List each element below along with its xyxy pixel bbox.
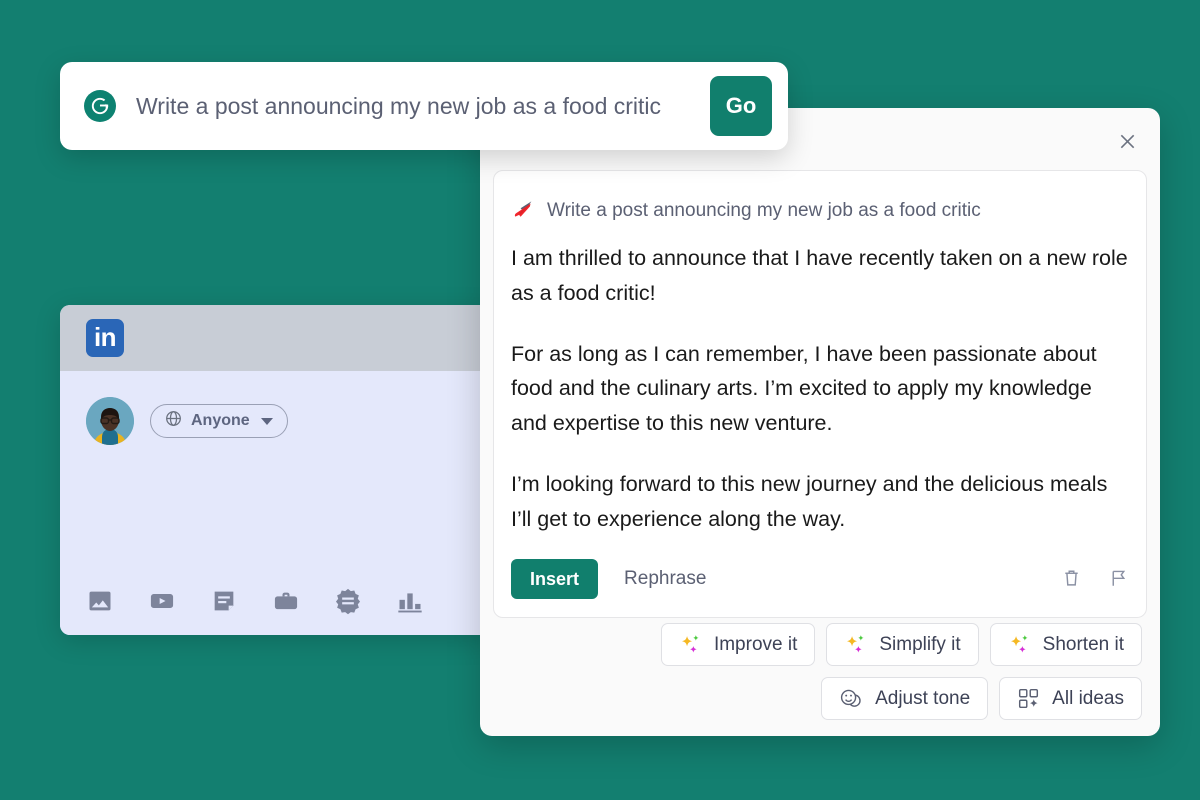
insert-button[interactable]: Insert bbox=[511, 558, 599, 599]
prompt-input[interactable] bbox=[136, 92, 710, 120]
linkedin-identity-row: Anyone bbox=[86, 397, 466, 445]
video-icon[interactable] bbox=[148, 587, 176, 615]
suggestion-chip-group: Improve it Simplify it Shorten it Adjust… bbox=[622, 623, 1142, 720]
chip-label: Shorten it bbox=[1042, 633, 1124, 655]
output-paragraph: For as long as I can remember, I have be… bbox=[511, 341, 1097, 436]
sparkle-icon bbox=[1008, 633, 1031, 656]
linkedin-composer-toolbar bbox=[86, 587, 424, 615]
close-icon[interactable] bbox=[1112, 126, 1142, 156]
flag-icon[interactable] bbox=[1108, 568, 1129, 589]
go-button[interactable]: Go bbox=[710, 76, 772, 136]
output-paragraph: I’m looking forward to this new journey … bbox=[511, 472, 1108, 531]
rephrase-button[interactable]: Rephrase bbox=[620, 562, 710, 596]
linkedin-composer-window: in Anyone bbox=[60, 305, 492, 635]
card-action-bar: Insert Rephrase bbox=[511, 558, 1129, 617]
chip-label: Simplify it bbox=[879, 633, 961, 655]
trash-icon[interactable] bbox=[1061, 568, 1082, 589]
chip-improve-it[interactable]: Improve it bbox=[660, 623, 816, 666]
chip-row-secondary: Adjust tone All ideas bbox=[622, 677, 1142, 720]
sparkle-icon bbox=[679, 633, 702, 656]
document-icon[interactable] bbox=[210, 587, 238, 615]
grammarly-suggestion-panel: Write a post announcing my new job as a … bbox=[480, 108, 1160, 736]
bar-chart-icon[interactable] bbox=[396, 587, 424, 615]
suggestion-card: Write a post announcing my new job as a … bbox=[493, 170, 1147, 618]
chip-row-primary: Improve it Simplify it Shorten it bbox=[622, 623, 1142, 666]
celebrate-badge-icon[interactable] bbox=[334, 587, 362, 615]
linkedin-titlebar: in bbox=[60, 305, 492, 371]
linkedin-logo-icon: in bbox=[86, 319, 124, 357]
audience-selector[interactable]: Anyone bbox=[150, 404, 288, 438]
audience-label: Anyone bbox=[191, 412, 250, 429]
grammarly-prompt-bar: Go bbox=[60, 62, 788, 150]
grid-sparkle-icon bbox=[1017, 687, 1040, 710]
briefcase-icon[interactable] bbox=[272, 587, 300, 615]
chip-simplify-it[interactable]: Simplify it bbox=[826, 623, 979, 666]
chip-adjust-tone[interactable]: Adjust tone bbox=[821, 677, 989, 720]
linkedin-composer-body: Anyone bbox=[60, 371, 492, 635]
card-action-icons bbox=[1061, 568, 1129, 589]
chip-shorten-it[interactable]: Shorten it bbox=[989, 623, 1142, 666]
photo-icon[interactable] bbox=[86, 587, 114, 615]
grammarly-g-icon bbox=[84, 90, 116, 122]
generated-text: I am thrilled to announce that I have re… bbox=[511, 241, 1129, 537]
smiley-faces-icon bbox=[839, 687, 863, 711]
sparkle-icon bbox=[844, 633, 867, 656]
chip-label: Improve it bbox=[713, 633, 798, 655]
prompt-echo-row: Write a post announcing my new job as a … bbox=[511, 197, 1129, 226]
chip-label: All ideas bbox=[1052, 687, 1124, 709]
linkedin-logo-text: in bbox=[93, 321, 117, 352]
globe-icon bbox=[165, 410, 182, 432]
avatar[interactable] bbox=[86, 397, 134, 445]
prompt-echo-text: Write a post announcing my new job as a … bbox=[547, 200, 981, 222]
output-paragraph: I am thrilled to announce that I have re… bbox=[511, 246, 1128, 305]
red-marker-icon bbox=[511, 197, 535, 226]
chevron-down-icon bbox=[260, 417, 273, 425]
chip-label: Adjust tone bbox=[875, 687, 971, 709]
chip-all-ideas[interactable]: All ideas bbox=[999, 677, 1142, 720]
